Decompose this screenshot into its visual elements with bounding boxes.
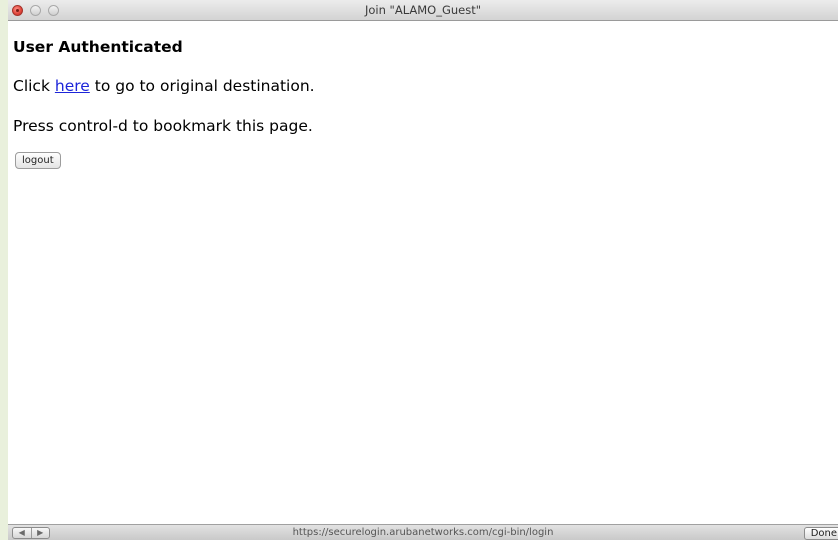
logout-button[interactable]: logout xyxy=(15,152,61,169)
page-content: User Authenticated Click here to go to o… xyxy=(8,21,838,524)
title-bar: Join "ALAMO_Guest" xyxy=(8,0,838,21)
done-button[interactable]: Done xyxy=(803,527,838,540)
destination-instruction: Click here to go to original destination… xyxy=(13,77,315,95)
original-destination-link[interactable]: here xyxy=(55,77,90,95)
status-url: https://securelogin.arubanetworks.com/cg… xyxy=(292,527,554,538)
page-heading: User Authenticated xyxy=(13,38,183,56)
instruction-suffix: to go to original destination. xyxy=(89,77,315,95)
window-title: Join "ALAMO_Guest" xyxy=(364,3,482,17)
status-bar: ◀ ▶ https://securelogin.arubanetworks.co… xyxy=(8,524,838,540)
bookmark-instruction: Press control-d to bookmark this page. xyxy=(13,117,313,135)
instruction-prefix: Click xyxy=(13,77,55,95)
browser-window: Join "ALAMO_Guest" User Authenticated Cl… xyxy=(8,0,838,540)
